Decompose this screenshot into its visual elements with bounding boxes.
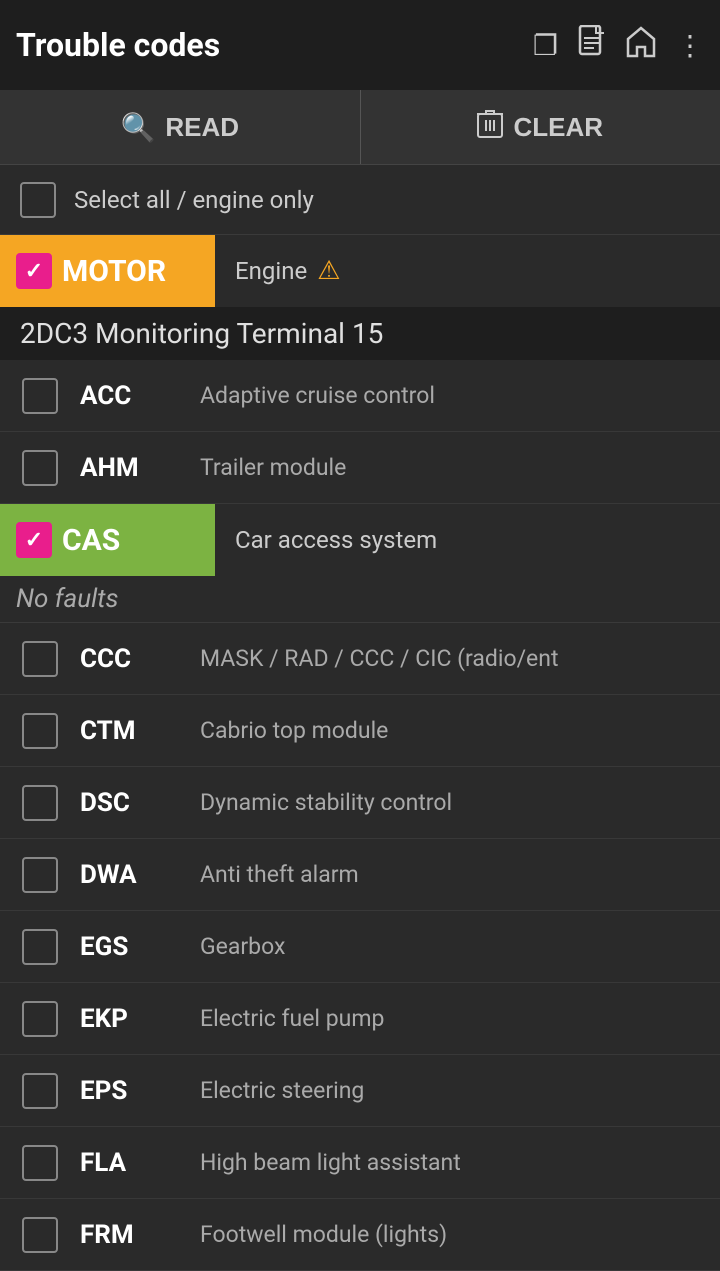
ccc-description: MASK / RAD / CCC / CIC (radio/ent (200, 645, 720, 672)
no-faults-text: No faults (16, 584, 119, 614)
dwa-code: DWA (80, 860, 200, 890)
dsc-description: Dynamic stability control (200, 789, 720, 816)
delete-icon (477, 109, 503, 146)
list-item[interactable]: DWA Anti theft alarm (0, 839, 720, 911)
motor-badge-label: MOTOR (62, 254, 166, 289)
dsc-code: DSC (80, 788, 200, 818)
copy-icon[interactable]: ❐ (533, 29, 558, 62)
list-item[interactable]: ACC Adaptive cruise control (0, 360, 720, 432)
cas-badge: CAS (0, 504, 215, 576)
acc-checkbox[interactable] (22, 378, 58, 414)
frm-checkbox-area[interactable] (0, 1217, 80, 1253)
warning-icon: ⚠ (317, 256, 340, 286)
cas-description-text: Car access system (235, 526, 437, 554)
frm-description: Footwell module (lights) (200, 1221, 720, 1248)
ctm-checkbox-area[interactable] (0, 713, 80, 749)
more-icon[interactable]: ⋮ (676, 29, 704, 62)
header-icons: ❐ ⋮ (533, 25, 704, 66)
motor-description: Engine ⚠ (215, 256, 341, 286)
list-item[interactable]: FLA High beam light assistant (0, 1127, 720, 1199)
eps-code: EPS (80, 1076, 200, 1106)
no-faults-label: No faults (0, 576, 720, 623)
list-item[interactable]: EKP Electric fuel pump (0, 983, 720, 1055)
app-header: Trouble codes ❐ ⋮ (0, 0, 720, 90)
select-all-checkbox[interactable] (20, 182, 56, 218)
select-all-row[interactable]: Select all / engine only (0, 165, 720, 235)
fla-checkbox-area[interactable] (0, 1145, 80, 1181)
ctm-description: Cabrio top module (200, 717, 720, 744)
frm-checkbox[interactable] (22, 1217, 58, 1253)
document-icon[interactable] (578, 25, 606, 66)
list-item[interactable]: FRM Footwell module (lights) (0, 1199, 720, 1271)
eps-checkbox-area[interactable] (0, 1073, 80, 1109)
egs-code: EGS (80, 932, 200, 962)
dwa-description: Anti theft alarm (200, 861, 720, 888)
clear-button[interactable]: CLEAR (361, 90, 720, 164)
ahm-checkbox-area[interactable] (0, 450, 80, 486)
dwa-checkbox-area[interactable] (0, 857, 80, 893)
list-item[interactable]: EGS Gearbox (0, 911, 720, 983)
ccc-checkbox[interactable] (22, 641, 58, 677)
read-button[interactable]: 🔍 READ (0, 90, 361, 164)
motor-description-text: Engine (235, 257, 307, 285)
fla-code: FLA (80, 1148, 200, 1178)
ccc-checkbox-area[interactable] (0, 641, 80, 677)
ekp-code: EKP (80, 1004, 200, 1034)
ahm-code: AHM (80, 453, 200, 483)
egs-description: Gearbox (200, 933, 720, 960)
ekp-checkbox-area[interactable] (0, 1001, 80, 1037)
acc-checkbox-area[interactable] (0, 378, 80, 414)
cas-badge-label: CAS (62, 523, 120, 558)
ahm-checkbox[interactable] (22, 450, 58, 486)
motor-badge: MOTOR (0, 235, 215, 307)
motor-module-header[interactable]: MOTOR Engine ⚠ (0, 235, 720, 307)
list-item[interactable]: AHM Trailer module (0, 432, 720, 504)
ctm-checkbox[interactable] (22, 713, 58, 749)
home-icon[interactable] (626, 26, 656, 65)
fla-checkbox[interactable] (22, 1145, 58, 1181)
eps-checkbox[interactable] (22, 1073, 58, 1109)
dsc-checkbox-area[interactable] (0, 785, 80, 821)
page-title: Trouble codes (16, 26, 220, 64)
list-item[interactable]: DSC Dynamic stability control (0, 767, 720, 839)
ctm-code: CTM (80, 716, 200, 746)
acc-description: Adaptive cruise control (200, 382, 720, 409)
select-all-label: Select all / engine only (74, 186, 314, 214)
ekp-description: Electric fuel pump (200, 1005, 720, 1032)
egs-checkbox-area[interactable] (0, 929, 80, 965)
motor-checkbox[interactable] (16, 253, 52, 289)
subgroup-title: 2DC3 Monitoring Terminal 15 (20, 317, 383, 350)
subgroup-header: 2DC3 Monitoring Terminal 15 (0, 307, 720, 360)
toolbar: 🔍 READ CLEAR (0, 90, 720, 165)
ahm-description: Trailer module (200, 454, 720, 481)
list-item[interactable]: CCC MASK / RAD / CCC / CIC (radio/ent (0, 623, 720, 695)
egs-checkbox[interactable] (22, 929, 58, 965)
dsc-checkbox[interactable] (22, 785, 58, 821)
list-item[interactable]: CTM Cabrio top module (0, 695, 720, 767)
cas-module-row[interactable]: CAS Car access system (0, 504, 720, 576)
eps-description: Electric steering (200, 1077, 720, 1104)
cas-checkbox[interactable] (16, 522, 52, 558)
acc-code: ACC (80, 381, 200, 411)
fla-description: High beam light assistant (200, 1149, 720, 1176)
frm-code: FRM (80, 1220, 200, 1250)
list-item[interactable]: EPS Electric steering (0, 1055, 720, 1127)
cas-description: Car access system (215, 526, 437, 554)
dwa-checkbox[interactable] (22, 857, 58, 893)
search-icon: 🔍 (120, 111, 155, 144)
ccc-code: CCC (80, 644, 200, 674)
ekp-checkbox[interactable] (22, 1001, 58, 1037)
